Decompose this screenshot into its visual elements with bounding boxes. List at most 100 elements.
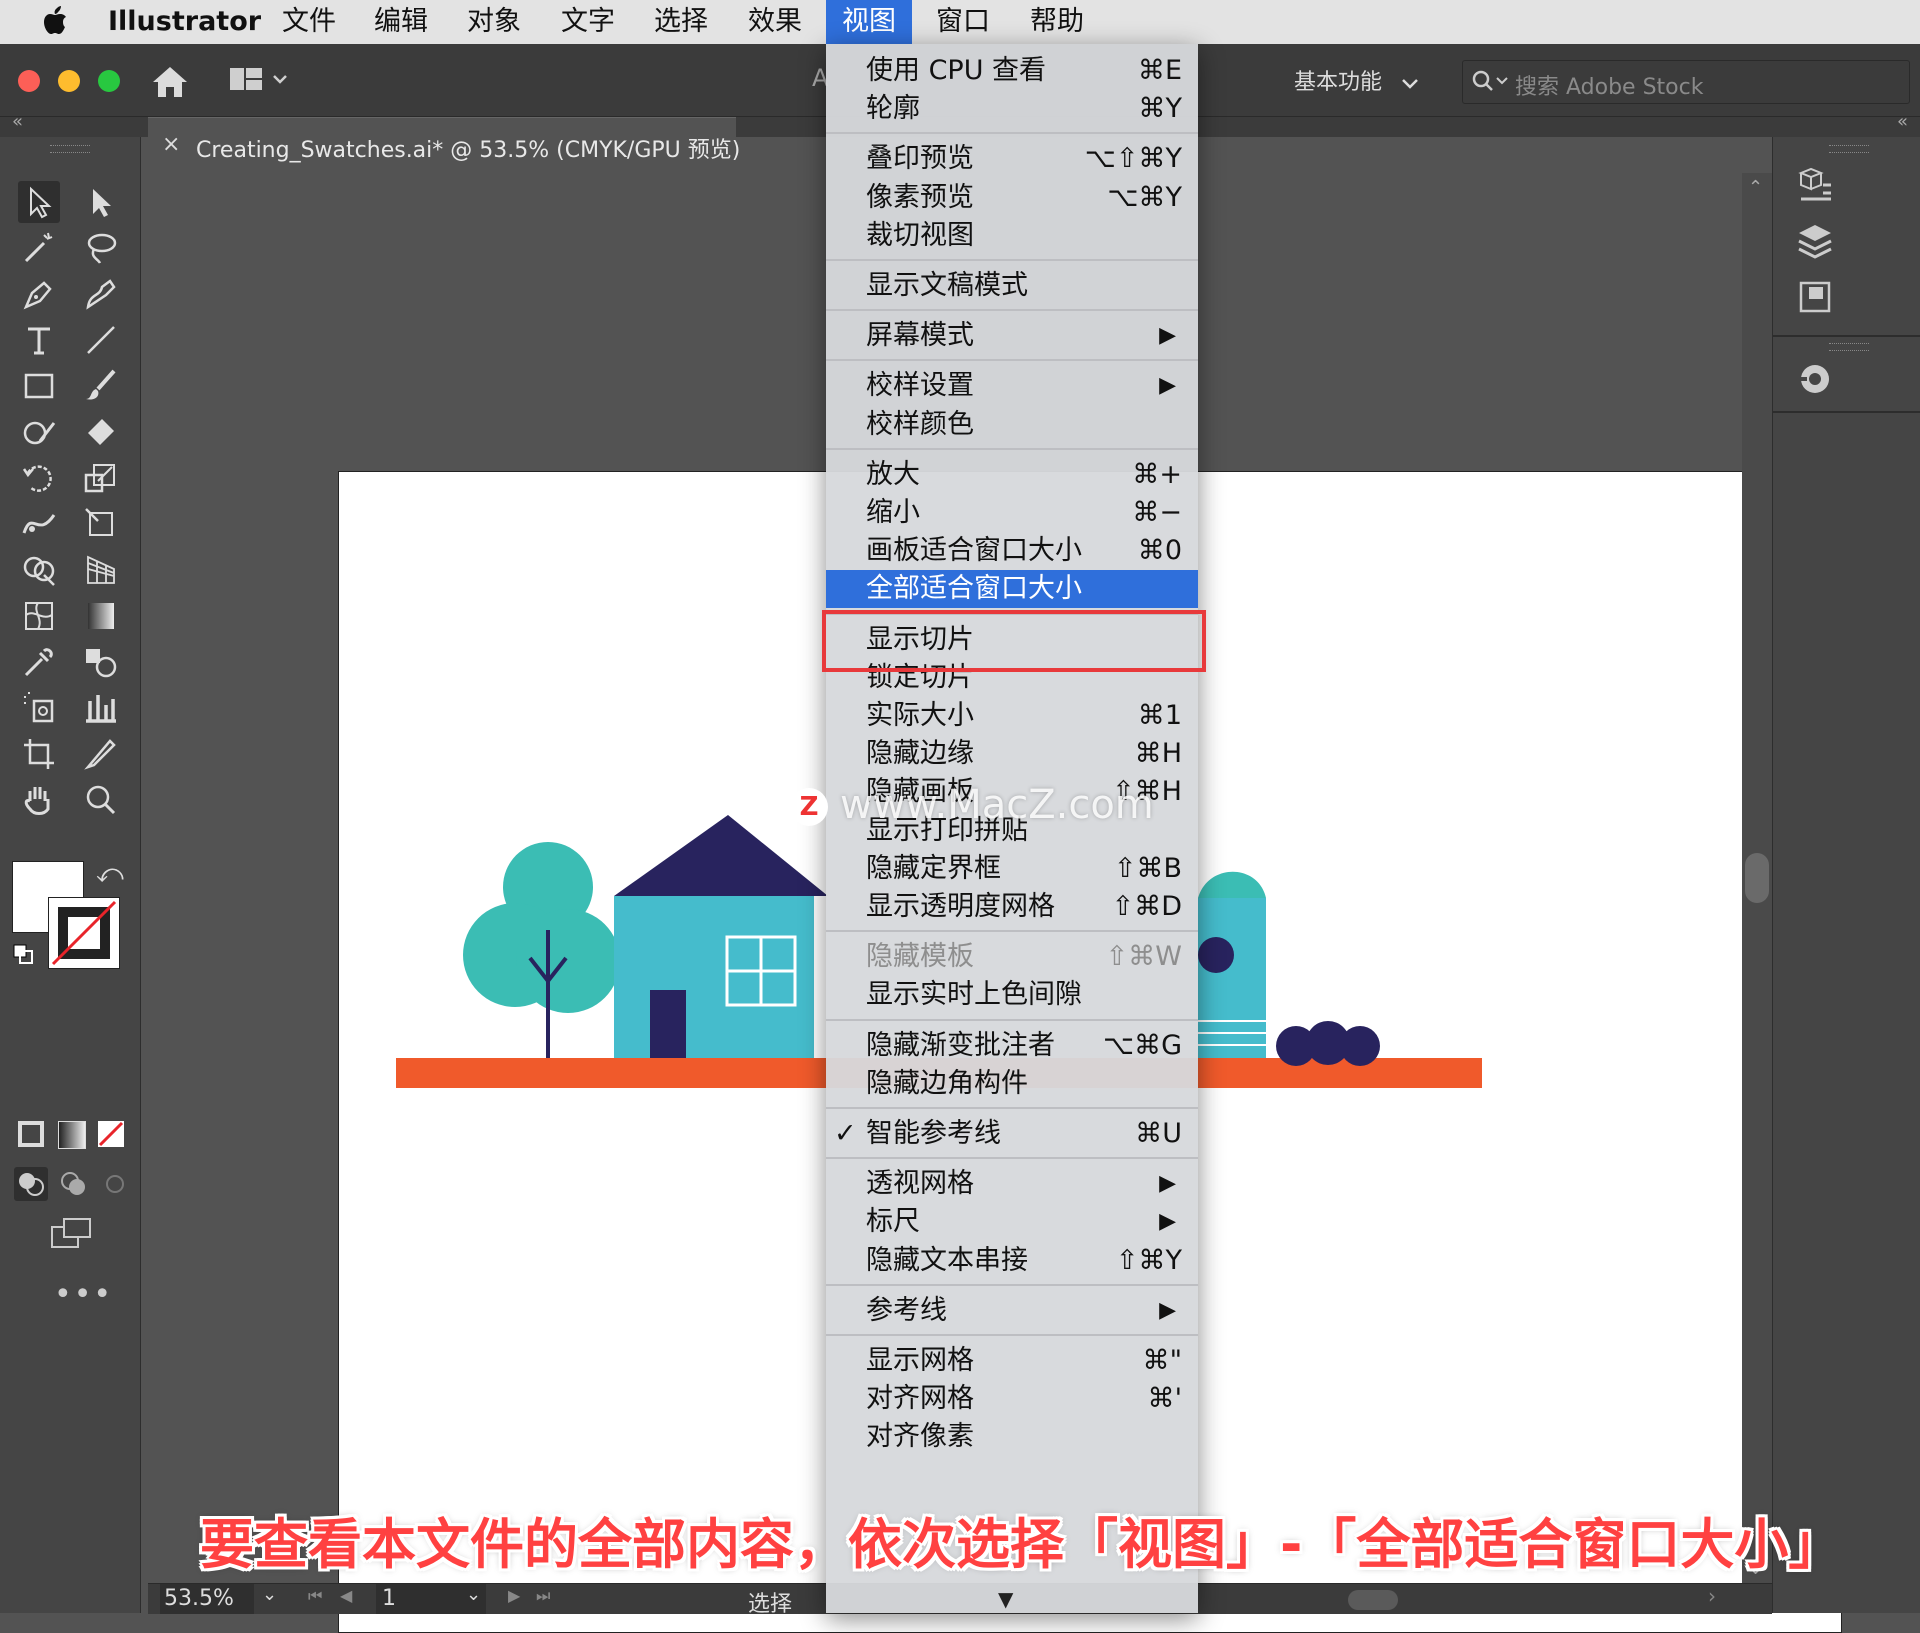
view-menu-item[interactable]: ✓ 智能参考线 ⌘U: [826, 1115, 1198, 1153]
rotate-tool[interactable]: [18, 457, 60, 499]
column-graph-tool[interactable]: [80, 687, 122, 729]
collapse-right-icon[interactable]: «: [1897, 111, 1908, 132]
scroll-up-icon[interactable]: ⌃: [1748, 177, 1763, 198]
view-menu-item[interactable]: 显示实时上色间隙: [826, 976, 1198, 1014]
view-menu-item[interactable]: 显示透明度网格 ⇧⌘D: [826, 888, 1198, 926]
view-menu-item[interactable]: 隐藏文本串接 ⇧⌘Y: [826, 1242, 1198, 1280]
view-menu-item[interactable]: 隐藏定界框 ⇧⌘B: [826, 850, 1198, 888]
view-menu-item[interactable]: 校样颜色: [826, 406, 1198, 444]
panel-grip[interactable]: [1829, 145, 1869, 153]
panel-grip-2[interactable]: [1829, 343, 1869, 351]
color-mode-button[interactable]: [18, 1121, 44, 1147]
view-menu-item[interactable]: 缩小 ⌘−: [826, 494, 1198, 532]
menu-object[interactable]: 对象: [467, 0, 521, 44]
first-artboard-icon[interactable]: ⏮: [308, 1586, 322, 1606]
menu-window[interactable]: 窗口: [936, 0, 990, 44]
view-menu-item[interactable]: 叠印预览 ⌥⇧⌘Y: [826, 140, 1198, 178]
properties-panel-icon[interactable]: [1793, 163, 1837, 207]
home-icon[interactable]: [150, 64, 190, 100]
collapse-left-icon[interactable]: «: [12, 111, 23, 132]
default-fill-stroke-icon[interactable]: [12, 943, 34, 965]
rectangle-tool[interactable]: [18, 365, 60, 407]
type-tool[interactable]: [18, 319, 60, 361]
minimize-window-button[interactable]: [58, 70, 80, 92]
free-transform-tool[interactable]: [80, 503, 122, 545]
view-menu-item[interactable]: 像素预览 ⌥⌘Y: [826, 179, 1198, 217]
arrange-documents-icon[interactable]: [228, 64, 292, 96]
view-menu-item[interactable]: 隐藏边缘 ⌘H: [826, 735, 1198, 773]
line-tool[interactable]: [80, 319, 122, 361]
menu-help[interactable]: 帮助: [1030, 0, 1084, 44]
view-menu-item[interactable]: 隐藏边角构件: [826, 1065, 1198, 1103]
scroll-thumb[interactable]: [1745, 853, 1769, 903]
document-tab[interactable]: × Creating_Swatches.ai* @ 53.5% (CMYK/GP…: [148, 117, 740, 174]
artboard-tool[interactable]: [18, 733, 60, 775]
stock-search-input[interactable]: 搜索 Adobe Stock: [1462, 60, 1910, 104]
gradient-tool[interactable]: [80, 595, 122, 637]
menu-edit[interactable]: 编辑: [374, 0, 428, 44]
panel-grip[interactable]: [50, 145, 90, 153]
menu-type[interactable]: 文字: [561, 0, 615, 44]
view-menu-item[interactable]: 校样设置 ▶: [826, 367, 1198, 405]
zoom-tool[interactable]: [80, 779, 122, 821]
view-menu-item[interactable]: 隐藏渐变批注者 ⌥⌘G: [826, 1027, 1198, 1065]
blend-tool[interactable]: [80, 641, 122, 683]
swap-fill-stroke-icon[interactable]: ⤺: [96, 859, 124, 890]
symbol-sprayer-tool[interactable]: [18, 687, 60, 729]
selection-tool[interactable]: [18, 181, 60, 223]
eraser-tool[interactable]: [80, 411, 122, 453]
menu-file[interactable]: 文件: [282, 0, 336, 44]
view-menu-item[interactable]: 轮廓 ⌘Y: [826, 90, 1198, 128]
scroll-right-icon[interactable]: ›: [1708, 1584, 1716, 1608]
view-menu-item[interactable]: 放大 ⌘+: [826, 456, 1198, 494]
scale-tool[interactable]: [80, 457, 122, 499]
view-menu-item[interactable]: 参考线 ▶: [826, 1292, 1198, 1330]
close-tab-icon[interactable]: ×: [162, 132, 180, 157]
view-menu-item[interactable]: 显示文稿模式: [826, 267, 1198, 305]
view-menu-item[interactable]: 屏幕模式 ▶: [826, 317, 1198, 355]
artboard-dropdown-chevron-icon[interactable]: ⌄: [466, 1584, 481, 1605]
menu-view[interactable]: 视图: [826, 0, 912, 44]
view-menu-item[interactable]: 实际大小 ⌘1: [826, 697, 1198, 735]
color-guide-icon[interactable]: [1793, 357, 1837, 401]
last-artboard-icon[interactable]: ⏭: [536, 1586, 550, 1606]
draw-inside-button[interactable]: [98, 1167, 132, 1201]
pen-tool[interactable]: [18, 273, 60, 315]
menu-scroll-down-icon[interactable]: ▼: [998, 1587, 1013, 1611]
lasso-tool[interactable]: [80, 227, 122, 269]
draw-normal-button[interactable]: [14, 1167, 48, 1201]
eyedropper-tool[interactable]: [18, 641, 60, 683]
layers-panel-icon[interactable]: [1793, 219, 1837, 263]
workspace-switcher[interactable]: 基本功能: [1294, 64, 1418, 96]
stroke-swatch[interactable]: [48, 897, 120, 969]
slice-tool[interactable]: [80, 733, 122, 775]
view-menu-item[interactable]: 显示网格 ⌘": [826, 1342, 1198, 1380]
shaper-tool[interactable]: [18, 411, 60, 453]
prev-artboard-icon[interactable]: ◀: [340, 1586, 352, 1605]
none-mode-button[interactable]: [98, 1121, 124, 1147]
mesh-tool[interactable]: [18, 595, 60, 637]
gradient-mode-button[interactable]: [58, 1121, 86, 1149]
width-tool[interactable]: [18, 503, 60, 545]
zoom-window-button[interactable]: [98, 70, 120, 92]
paintbrush-tool[interactable]: [80, 365, 122, 407]
perspective-grid-tool[interactable]: [80, 549, 122, 591]
zoom-dropdown-chevron-icon[interactable]: ⌄: [262, 1584, 277, 1605]
view-menu-item[interactable]: 画板适合窗口大小 ⌘0: [826, 532, 1198, 570]
view-menu-item[interactable]: 透视网格 ▶: [826, 1165, 1198, 1203]
more-tools-icon[interactable]: •••: [54, 1277, 113, 1312]
view-menu-item[interactable]: 全部适合窗口大小: [826, 570, 1198, 609]
apple-icon[interactable]: [40, 4, 74, 38]
shape-builder-tool[interactable]: [18, 549, 60, 591]
draw-behind-button[interactable]: [56, 1167, 90, 1201]
magic-wand-tool[interactable]: [18, 227, 60, 269]
close-window-button[interactable]: [18, 70, 40, 92]
app-name-menu[interactable]: Illustrator: [108, 0, 261, 44]
vertical-scrollbar[interactable]: ⌃ ⌄: [1742, 173, 1772, 1583]
menu-select[interactable]: 选择: [654, 0, 708, 44]
hand-tool[interactable]: [18, 779, 60, 821]
curvature-tool[interactable]: [80, 273, 122, 315]
zoom-field[interactable]: 53.5%: [160, 1584, 254, 1614]
next-artboard-icon[interactable]: ▶: [508, 1586, 520, 1605]
view-menu-item[interactable]: 标尺 ▶: [826, 1203, 1198, 1241]
